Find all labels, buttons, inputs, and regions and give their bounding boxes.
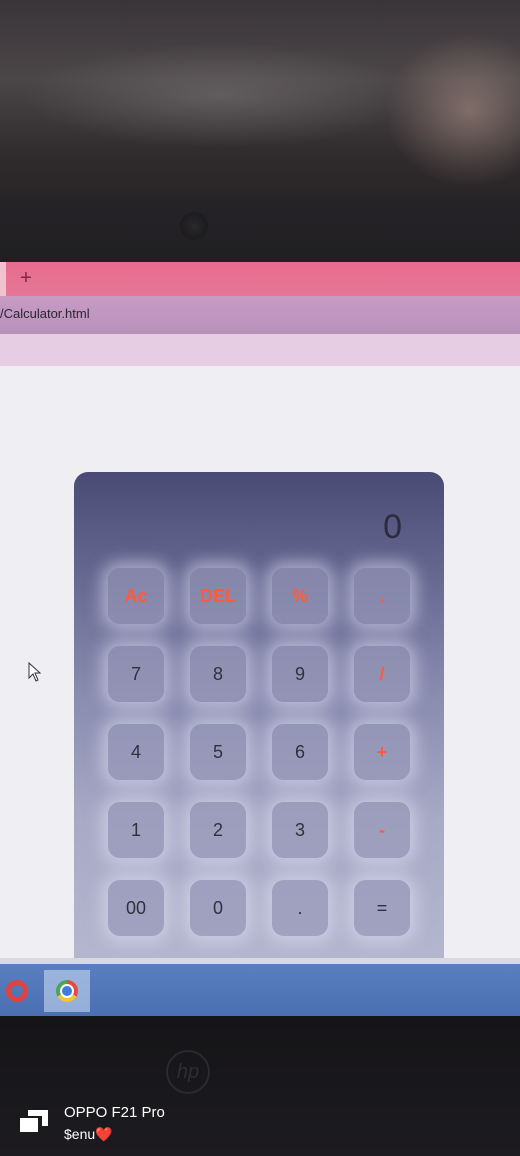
url-text[interactable]: /Calculator.html [0, 306, 90, 321]
browser-tab-bar: + [0, 262, 520, 296]
mouse-cursor-icon [28, 662, 42, 682]
calc-key-10[interactable]: 6 [272, 724, 328, 780]
calc-key-2[interactable]: % [272, 568, 328, 624]
calc-key-12[interactable]: 1 [108, 802, 164, 858]
calc-key-8[interactable]: 4 [108, 724, 164, 780]
web-page: 0 Ac DEL%. 7 8 9/4 5 6 +1 2 3-00 0. = [0, 366, 520, 972]
taskbar [0, 964, 520, 1016]
calc-key-4[interactable]: 7 [108, 646, 164, 702]
bookmark-bar [0, 334, 520, 366]
laptop-body: hp OPPO F21 Pro $enu❤️ [0, 1016, 520, 1156]
calc-key-9[interactable]: 5 [190, 724, 246, 780]
browser-tab[interactable] [0, 262, 6, 296]
calculator: 0 Ac DEL%. 7 8 9/4 5 6 +1 2 3-00 0. = [74, 472, 444, 972]
watermark-model: OPPO F21 Pro [64, 1104, 165, 1121]
opera-icon[interactable] [6, 980, 28, 1002]
calc-key-0[interactable]: Ac [108, 568, 164, 624]
calculator-display: 0 [383, 508, 402, 546]
calc-key-6[interactable]: 9 [272, 646, 328, 702]
calc-key-7[interactable]: / [354, 646, 410, 702]
calc-key-16[interactable]: 00 [108, 880, 164, 936]
hp-logo: hp [166, 1050, 210, 1094]
chrome-taskbar-button[interactable] [44, 970, 90, 1012]
address-bar[interactable]: /Calculator.html [0, 296, 520, 334]
new-tab-button[interactable]: + [14, 266, 38, 290]
laptop-bezel [0, 195, 520, 263]
chrome-icon [56, 980, 78, 1002]
calc-key-11[interactable]: + [354, 724, 410, 780]
calc-key-18[interactable]: . [272, 880, 328, 936]
calc-key-15[interactable]: - [354, 802, 410, 858]
watermark-user: $enu❤️ [64, 1126, 113, 1142]
calc-key-3[interactable]: . [354, 568, 410, 624]
calc-key-5[interactable]: 8 [190, 646, 246, 702]
calc-key-19[interactable]: = [354, 880, 410, 936]
calc-key-13[interactable]: 2 [190, 802, 246, 858]
calc-key-14[interactable]: 3 [272, 802, 328, 858]
calc-key-17[interactable]: 0 [190, 880, 246, 936]
webcam [180, 212, 208, 240]
laptop-screen: + /Calculator.html 0 Ac DEL%. 7 8 9 / 4 5 6 +1 2 3-… [0, 262, 520, 1016]
camera-watermark-icon [20, 1110, 48, 1132]
calc-key-1[interactable]: DEL [190, 568, 246, 624]
